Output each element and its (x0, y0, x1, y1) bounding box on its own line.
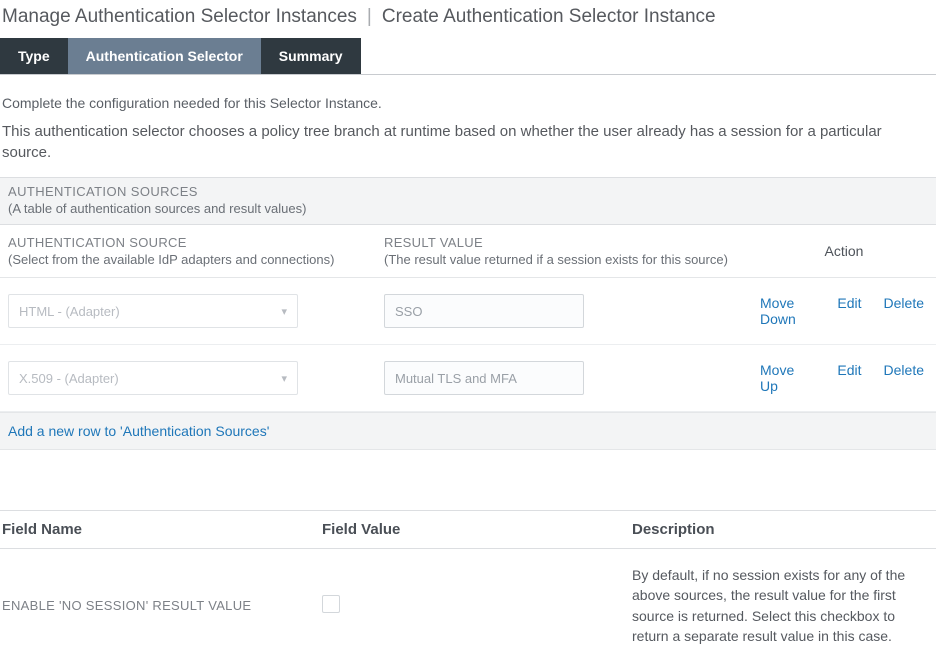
result-value-text: Mutual TLS and MFA (395, 371, 517, 386)
add-row-bar: Add a new row to 'Authentication Sources… (0, 412, 936, 450)
result-value-input[interactable]: SSO (384, 294, 584, 328)
table-row: HTML - (Adapter) ▾ SSO Move Down Edit De… (0, 278, 936, 345)
col-result-title: RESULT VALUE (384, 235, 754, 250)
result-value-input[interactable]: Mutual TLS and MFA (384, 361, 584, 395)
section-subtitle: (A table of authentication sources and r… (8, 201, 928, 216)
delete-link[interactable]: Delete (884, 362, 924, 394)
breadcrumb-parent[interactable]: Manage Authentication Selector Instances (2, 6, 357, 28)
col-action: Action (760, 243, 928, 259)
field-header-row: Field Name Field Value Description (0, 510, 936, 549)
auth-source-select[interactable]: HTML - (Adapter) ▾ (8, 294, 298, 328)
spacer (0, 450, 936, 510)
table-row: X.509 - (Adapter) ▾ Mutual TLS and MFA M… (0, 345, 936, 412)
tab-summary[interactable]: Summary (261, 38, 361, 74)
field-header-value: Field Value (322, 521, 632, 538)
section-title: AUTHENTICATION SOURCES (8, 184, 928, 199)
wizard-tabs: Type Authentication Selector Summary (0, 38, 936, 75)
chevron-down-icon: ▾ (281, 372, 287, 385)
edit-link[interactable]: Edit (837, 295, 861, 327)
field-header-desc: Description (632, 521, 934, 538)
tab-authentication-selector[interactable]: Authentication Selector (68, 38, 261, 74)
edit-link[interactable]: Edit (837, 362, 861, 394)
delete-link[interactable]: Delete (884, 295, 924, 327)
field-row: ENABLE 'NO SESSION' RESULT VALUE By defa… (0, 549, 936, 656)
breadcrumb-current: Create Authentication Selector Instance (382, 6, 716, 28)
col-auth-source-title: AUTHENTICATION SOURCE (8, 235, 378, 250)
field-name: ENABLE 'NO SESSION' RESULT VALUE (2, 598, 322, 613)
col-result-sub: (The result value returned if a session … (384, 252, 754, 267)
intro-line-2: This authentication selector chooses a p… (0, 121, 936, 177)
add-row-link[interactable]: Add a new row to 'Authentication Sources… (8, 423, 269, 439)
auth-source-select[interactable]: X.509 - (Adapter) ▾ (8, 361, 298, 395)
auth-source-value: X.509 - (Adapter) (19, 371, 119, 386)
field-header-name: Field Name (2, 521, 322, 538)
col-auth-source-sub: (Select from the available IdP adapters … (8, 252, 378, 267)
tab-type[interactable]: Type (0, 38, 68, 74)
auth-source-value: HTML - (Adapter) (19, 304, 120, 319)
move-up-link[interactable]: Move Up (760, 362, 815, 394)
intro-line-1: Complete the configuration needed for th… (0, 93, 936, 121)
result-value-text: SSO (395, 304, 422, 319)
field-description: By default, if no session exists for any… (632, 565, 934, 646)
enable-no-session-checkbox[interactable] (322, 595, 340, 613)
column-headers: AUTHENTICATION SOURCE (Select from the a… (0, 225, 936, 278)
breadcrumb-separator: | (367, 6, 372, 28)
chevron-down-icon: ▾ (281, 305, 287, 318)
section-header: AUTHENTICATION SOURCES (A table of authe… (0, 177, 936, 225)
breadcrumb: Manage Authentication Selector Instances… (0, 0, 936, 38)
move-down-link[interactable]: Move Down (760, 295, 815, 327)
